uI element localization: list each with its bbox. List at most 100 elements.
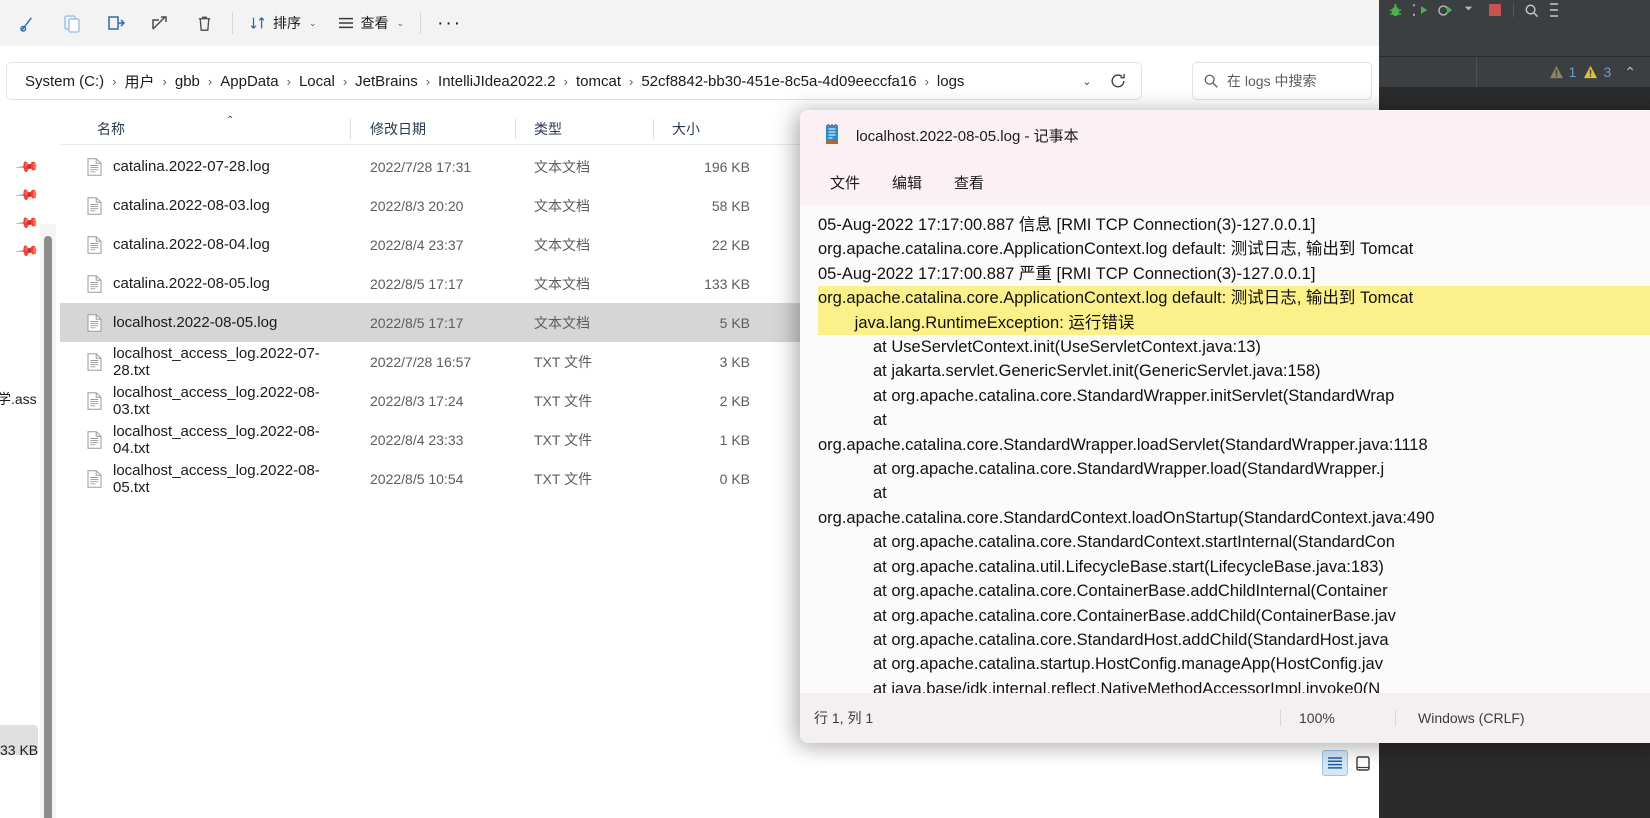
cut-button[interactable] <box>6 5 50 41</box>
refresh-button[interactable] <box>1101 65 1135 97</box>
view-button[interactable]: 查看 ⌄ <box>327 5 415 41</box>
text-document-icon <box>87 391 102 410</box>
file-size: 5 KB <box>719 314 750 331</box>
nav-item-clipped-label[interactable]: 学.ass <box>0 389 37 409</box>
pin-icon[interactable]: 📌 <box>14 238 40 264</box>
ide-editor-tabs-strip <box>1378 20 1650 57</box>
details-view-icon <box>1328 757 1342 769</box>
share-button[interactable] <box>138 5 182 41</box>
notepad-text-area[interactable]: 05-Aug-2022 17:17:00.887 信息 [RMI TCP Con… <box>800 205 1650 693</box>
text-document-icon <box>87 313 102 332</box>
log-line: at <box>818 411 887 430</box>
menu-file[interactable]: 文件 <box>818 167 872 198</box>
delete-button[interactable] <box>182 5 226 41</box>
column-header-date[interactable]: 修改日期 <box>350 113 515 145</box>
search-everywhere-icon[interactable] <box>1524 3 1539 18</box>
yellow-warning-icon <box>1584 65 1598 79</box>
text-document-icon <box>87 274 102 293</box>
details-view-toggle[interactable] <box>1322 750 1348 776</box>
column-label: 大小 <box>672 120 700 137</box>
notepad-icon <box>826 124 838 144</box>
log-line: at java.base/jdk.internal.reflect.Native… <box>818 679 1381 693</box>
file-size: 2 KB <box>719 392 750 409</box>
trash-icon <box>198 16 210 31</box>
breadcrumb-item[interactable]: 用户 <box>119 68 161 95</box>
toolbar-divider-2 <box>420 12 422 34</box>
breadcrumb-item[interactable]: IntelliJIdea2022.2 <box>432 70 562 93</box>
search-placeholder: 在 logs 中搜索 <box>1227 73 1317 89</box>
breadcrumb-item[interactable]: logs <box>931 70 971 93</box>
nav-scrollbar-thumb[interactable] <box>44 236 52 818</box>
explorer-toolbar: 排序 ⌄ 查看 ⌄ ··· <box>0 0 1379 46</box>
breadcrumb-item[interactable]: 52cf8842-bb30-451e-8c5a-4d09eeccfa16 <box>635 70 922 93</box>
breadcrumb-item[interactable]: Local <box>293 70 341 93</box>
text-document-icon <box>87 352 102 371</box>
breadcrumb-item[interactable]: gbb <box>169 70 206 93</box>
breadcrumb-separator: › <box>207 73 213 89</box>
file-date: 2022/8/5 17:17 <box>370 314 464 331</box>
view-toggle-group <box>1322 748 1378 778</box>
ide-toolbar <box>1378 0 1650 20</box>
search-input[interactable]: 在 logs 中搜索 <box>1192 62 1372 100</box>
text-document-icon <box>87 391 102 410</box>
rename-button[interactable] <box>94 5 138 41</box>
more-options-button[interactable]: ··· <box>427 5 472 41</box>
large-icons-view-toggle[interactable] <box>1350 750 1376 776</box>
column-header-name[interactable]: 名称 ⌃ <box>60 113 350 145</box>
address-dropdown-icon[interactable]: ⌄ <box>1073 75 1101 88</box>
column-header-type[interactable]: 类型 <box>515 113 653 145</box>
file-name-cell: localhost.2022-08-05.log <box>60 313 350 332</box>
breadcrumb-item[interactable]: tomcat <box>570 70 627 93</box>
file-date: 2022/8/5 10:54 <box>370 470 464 487</box>
address-bar[interactable]: System (C:) › 用户 › gbb › AppData › Local… <box>6 62 1142 100</box>
text-document-icon <box>87 313 102 332</box>
debug-bug-icon[interactable] <box>1388 3 1403 18</box>
text-document-icon <box>87 196 102 215</box>
copy-button[interactable] <box>50 5 94 41</box>
pin-icon[interactable]: 📌 <box>14 182 40 208</box>
breadcrumb-separator: › <box>629 73 634 89</box>
file-name: localhost_access_log.2022-07-28.txt <box>113 344 320 379</box>
line-ending[interactable]: Windows (CRLF) <box>1395 710 1595 726</box>
view-label: 查看 <box>360 15 389 31</box>
overflow-icon[interactable] <box>1549 2 1564 18</box>
breadcrumb-separator: › <box>342 73 348 89</box>
view-list-icon <box>338 17 353 29</box>
ide-inspection-status: 1 3 ⌃ <box>1378 57 1650 87</box>
run-with-coverage-icon[interactable] <box>1413 3 1428 18</box>
column-header-size[interactable]: 大小 <box>653 113 773 145</box>
pin-icon[interactable]: 📌 <box>14 210 40 236</box>
file-name: catalina.2022-08-04.log <box>113 236 270 253</box>
breadcrumb-item[interactable]: System (C:) <box>19 70 110 93</box>
file-type: TXT 文件 <box>534 353 593 370</box>
log-line: at org.apache.catalina.core.StandardWrap… <box>818 386 1395 405</box>
large-icons-view-icon <box>1356 755 1370 771</box>
grey-warning-icon <box>1549 65 1563 79</box>
text-document-icon <box>87 352 102 371</box>
sort-button[interactable]: 排序 ⌄ <box>239 5 327 41</box>
breadcrumb-item[interactable]: AppData <box>214 70 284 93</box>
profiler-run-icon[interactable] <box>1438 3 1453 18</box>
stop-icon[interactable] <box>1488 3 1503 18</box>
yellow-warning-group[interactable]: 3 <box>1583 64 1611 80</box>
log-line: org.apache.catalina.core.StandardContext… <box>818 508 1435 527</box>
file-date: 2022/8/3 17:24 <box>370 392 464 409</box>
file-type: TXT 文件 <box>534 392 593 409</box>
file-type: TXT 文件 <box>534 470 593 487</box>
zoom-level[interactable]: 100% <box>1280 710 1395 726</box>
menu-view[interactable]: 查看 <box>942 167 996 198</box>
text-document-icon <box>87 157 102 176</box>
grey-warning-group[interactable]: 1 <box>1549 64 1577 80</box>
collapse-chevron-icon[interactable]: ⌃ <box>1624 64 1636 81</box>
notepad-titlebar[interactable]: localhost.2022-08-05.log - 记事本 <box>800 110 1650 160</box>
breadcrumb-item[interactable]: JetBrains <box>349 70 424 93</box>
dropdown-caret-icon[interactable] <box>1463 3 1478 18</box>
log-line: at org.apache.catalina.core.StandardWrap… <box>818 460 1385 479</box>
file-name-cell: localhost_access_log.2022-08-04.txt <box>60 423 350 457</box>
pin-icon[interactable]: 📌 <box>14 154 40 180</box>
menu-edit[interactable]: 编辑 <box>880 167 934 198</box>
file-name-cell: catalina.2022-08-03.log <box>60 196 350 215</box>
grey-warning-count: 1 <box>1568 64 1577 80</box>
file-name: catalina.2022-08-05.log <box>113 275 270 292</box>
log-line: org.apache.catalina.core.StandardWrapper… <box>818 435 1428 454</box>
